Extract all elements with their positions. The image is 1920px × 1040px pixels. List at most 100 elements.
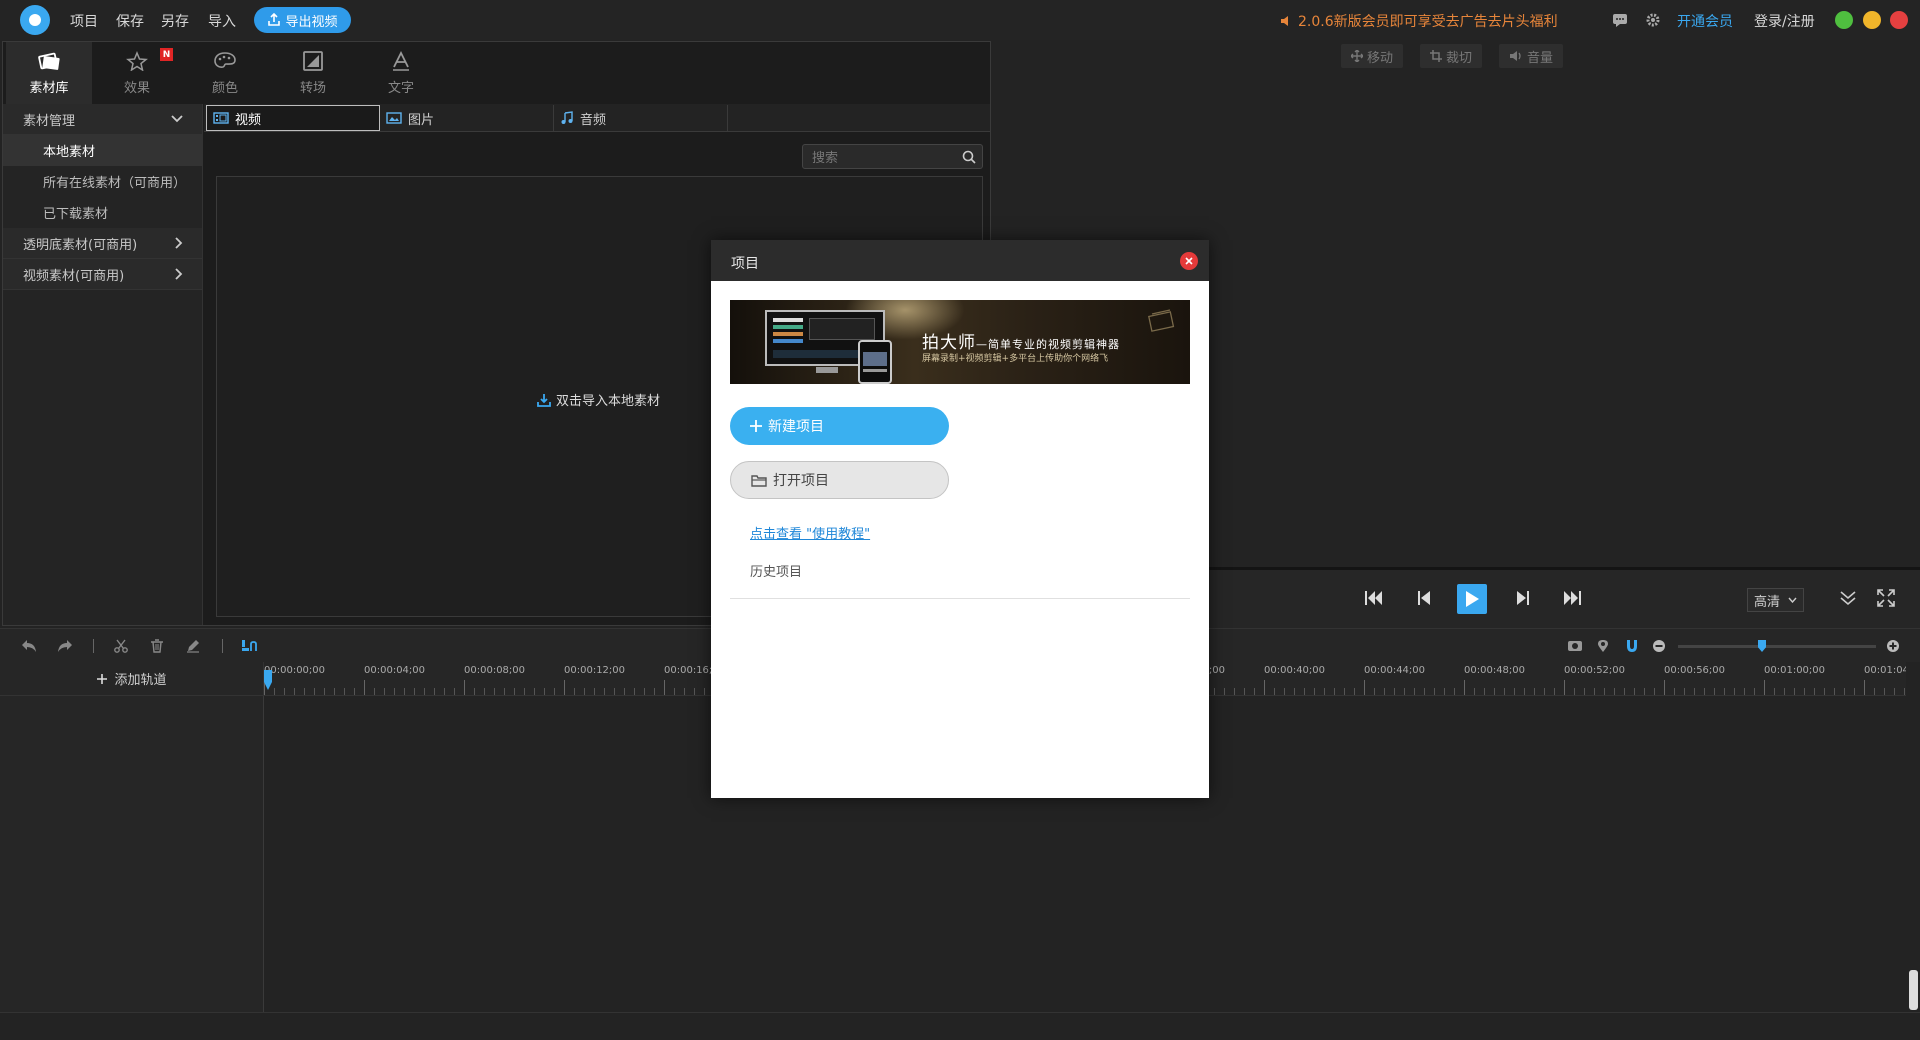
undo-icon[interactable]: [21, 639, 37, 653]
ruler-major-tick: [564, 680, 565, 695]
ruler-minor-tick: [634, 688, 635, 695]
move-tool-button[interactable]: 移动: [1341, 44, 1404, 68]
volume-tool-button[interactable]: 音量: [1499, 44, 1564, 68]
ruler-minor-tick: [1584, 688, 1585, 695]
promo-banner-image[interactable]: 拍大师—简单专业的视频剪辑神器 屏幕录制+视频剪辑+多平台上传助你个网络飞: [730, 300, 1190, 384]
trash-icon[interactable]: [150, 639, 164, 653]
message-icon[interactable]: [1612, 12, 1628, 28]
category-online-material[interactable]: 所有在线素材（可商用）: [3, 166, 202, 197]
ruler-label: 00:01:00;00: [1764, 665, 1826, 676]
search-input[interactable]: 搜索: [802, 144, 983, 169]
menu-import[interactable]: 导入: [208, 11, 236, 31]
previous-frame-icon[interactable]: [1416, 589, 1432, 607]
ruler-minor-tick: [1314, 688, 1315, 695]
ruler-label: 00:00:08;00: [464, 665, 526, 676]
ruler-label: 00:01:04;00: [1864, 665, 1906, 676]
tab-colors[interactable]: 颜色: [182, 42, 268, 104]
restore-window-button[interactable]: [1835, 11, 1853, 29]
ruler-minor-tick: [1794, 688, 1795, 695]
ruler-minor-tick: [414, 688, 415, 695]
tab-label: 文字: [387, 80, 414, 96]
ruler-minor-tick: [1574, 688, 1575, 695]
category-transparent-material[interactable]: 透明底素材(可商用): [3, 228, 202, 259]
zoom-in-icon[interactable]: [1886, 639, 1900, 653]
ruler-minor-tick: [1444, 688, 1445, 695]
redo-icon[interactable]: [57, 639, 73, 653]
ruler-minor-tick: [1254, 688, 1255, 695]
zoom-slider-thumb[interactable]: [1758, 640, 1766, 652]
location-pin-icon[interactable]: [1597, 639, 1609, 653]
ruler-minor-tick: [334, 688, 335, 695]
import-hint[interactable]: 双击导入本地素材: [537, 390, 660, 409]
chevron-right-icon: [175, 268, 183, 280]
ruler-minor-tick: [1624, 688, 1625, 695]
tab-image[interactable]: 图片: [380, 105, 554, 131]
timeline-scrollbar[interactable]: [1906, 662, 1920, 1012]
minimize-button[interactable]: [1863, 11, 1881, 29]
magnet-icon[interactable]: [1625, 639, 1639, 653]
ruler-minor-tick: [1824, 688, 1825, 695]
ruler-minor-tick: [1244, 688, 1245, 695]
category-downloaded-material[interactable]: 已下载素材: [3, 197, 202, 228]
login-link[interactable]: 登录/注册: [1754, 11, 1815, 31]
play-button[interactable]: [1457, 584, 1487, 614]
export-video-button[interactable]: 导出视频: [254, 7, 351, 33]
gear-icon[interactable]: [1645, 12, 1661, 28]
screenshot-icon[interactable]: [1567, 639, 1583, 653]
clapperboard-icon: [1148, 309, 1175, 332]
scrollbar-thumb[interactable]: [1909, 970, 1918, 1010]
add-track-button[interactable]: 添加轨道: [0, 662, 264, 696]
tab-video[interactable]: 视频: [206, 105, 380, 131]
crop-tool-button[interactable]: 裁切: [1420, 44, 1483, 68]
close-window-button[interactable]: [1890, 11, 1908, 29]
ruler-minor-tick: [294, 688, 295, 695]
tab-text[interactable]: 文字: [358, 42, 444, 104]
promo-banner[interactable]: 2.0.6新版会员即可享受去广告去片头福利: [1280, 11, 1558, 31]
next-frame-icon[interactable]: [1515, 589, 1531, 607]
tab-audio[interactable]: 音频: [554, 105, 728, 131]
ruler-minor-tick: [1304, 688, 1305, 695]
ruler-minor-tick: [624, 688, 625, 695]
menu-save-as[interactable]: 另存: [161, 11, 189, 31]
category-local-material[interactable]: 本地素材: [3, 135, 202, 166]
zoom-out-icon[interactable]: [1652, 639, 1666, 653]
open-project-button[interactable]: 打开项目: [730, 461, 949, 499]
category-label: 视频素材(可商用): [23, 268, 125, 284]
zoom-slider[interactable]: [1678, 640, 1876, 652]
dialog-close-button[interactable]: [1180, 252, 1198, 270]
ruler-minor-tick: [494, 688, 495, 695]
skip-to-end-icon[interactable]: [1562, 589, 1582, 607]
ruler-minor-tick: [1804, 688, 1805, 695]
tab-material-library[interactable]: 素材库: [6, 42, 92, 104]
menu-project[interactable]: 项目: [70, 11, 98, 31]
promo-text: 2.0.6新版会员即可享受去广告去片头福利: [1298, 14, 1558, 30]
ruler-minor-tick: [1904, 688, 1905, 695]
menu-save[interactable]: 保存: [116, 11, 144, 31]
ruler-minor-tick: [314, 688, 315, 695]
category-video-material[interactable]: 视频素材(可商用): [3, 259, 202, 290]
skip-to-start-icon[interactable]: [1364, 589, 1384, 607]
collapse-icon[interactable]: [1839, 589, 1857, 607]
search-icon[interactable]: [962, 150, 976, 164]
ruler-label: 00:00:44;00: [1364, 665, 1426, 676]
scissors-icon[interactable]: [114, 639, 128, 653]
ruler-minor-tick: [1394, 688, 1395, 695]
ruler-minor-tick: [1504, 688, 1505, 695]
tab-transitions[interactable]: 转场: [270, 42, 356, 104]
tutorial-link[interactable]: 点击查看 "使用教程": [750, 523, 870, 542]
plus-icon: [97, 673, 108, 684]
pencil-icon[interactable]: [186, 639, 200, 653]
palette-icon: [214, 51, 236, 68]
ruler-minor-tick: [694, 688, 695, 695]
ruler-minor-tick: [514, 688, 515, 695]
film-icon: [213, 112, 229, 124]
screen-bar: [773, 318, 803, 322]
plus-icon: [750, 420, 762, 432]
vip-link[interactable]: 开通会员: [1677, 11, 1733, 31]
new-project-button[interactable]: 新建项目: [730, 407, 949, 445]
snap-icon[interactable]: [241, 639, 259, 653]
quality-select[interactable]: 高清: [1747, 588, 1804, 612]
fullscreen-icon[interactable]: [1877, 589, 1895, 607]
add-track-label: 添加轨道: [114, 673, 167, 688]
category-material-manage[interactable]: 素材管理: [3, 104, 202, 135]
